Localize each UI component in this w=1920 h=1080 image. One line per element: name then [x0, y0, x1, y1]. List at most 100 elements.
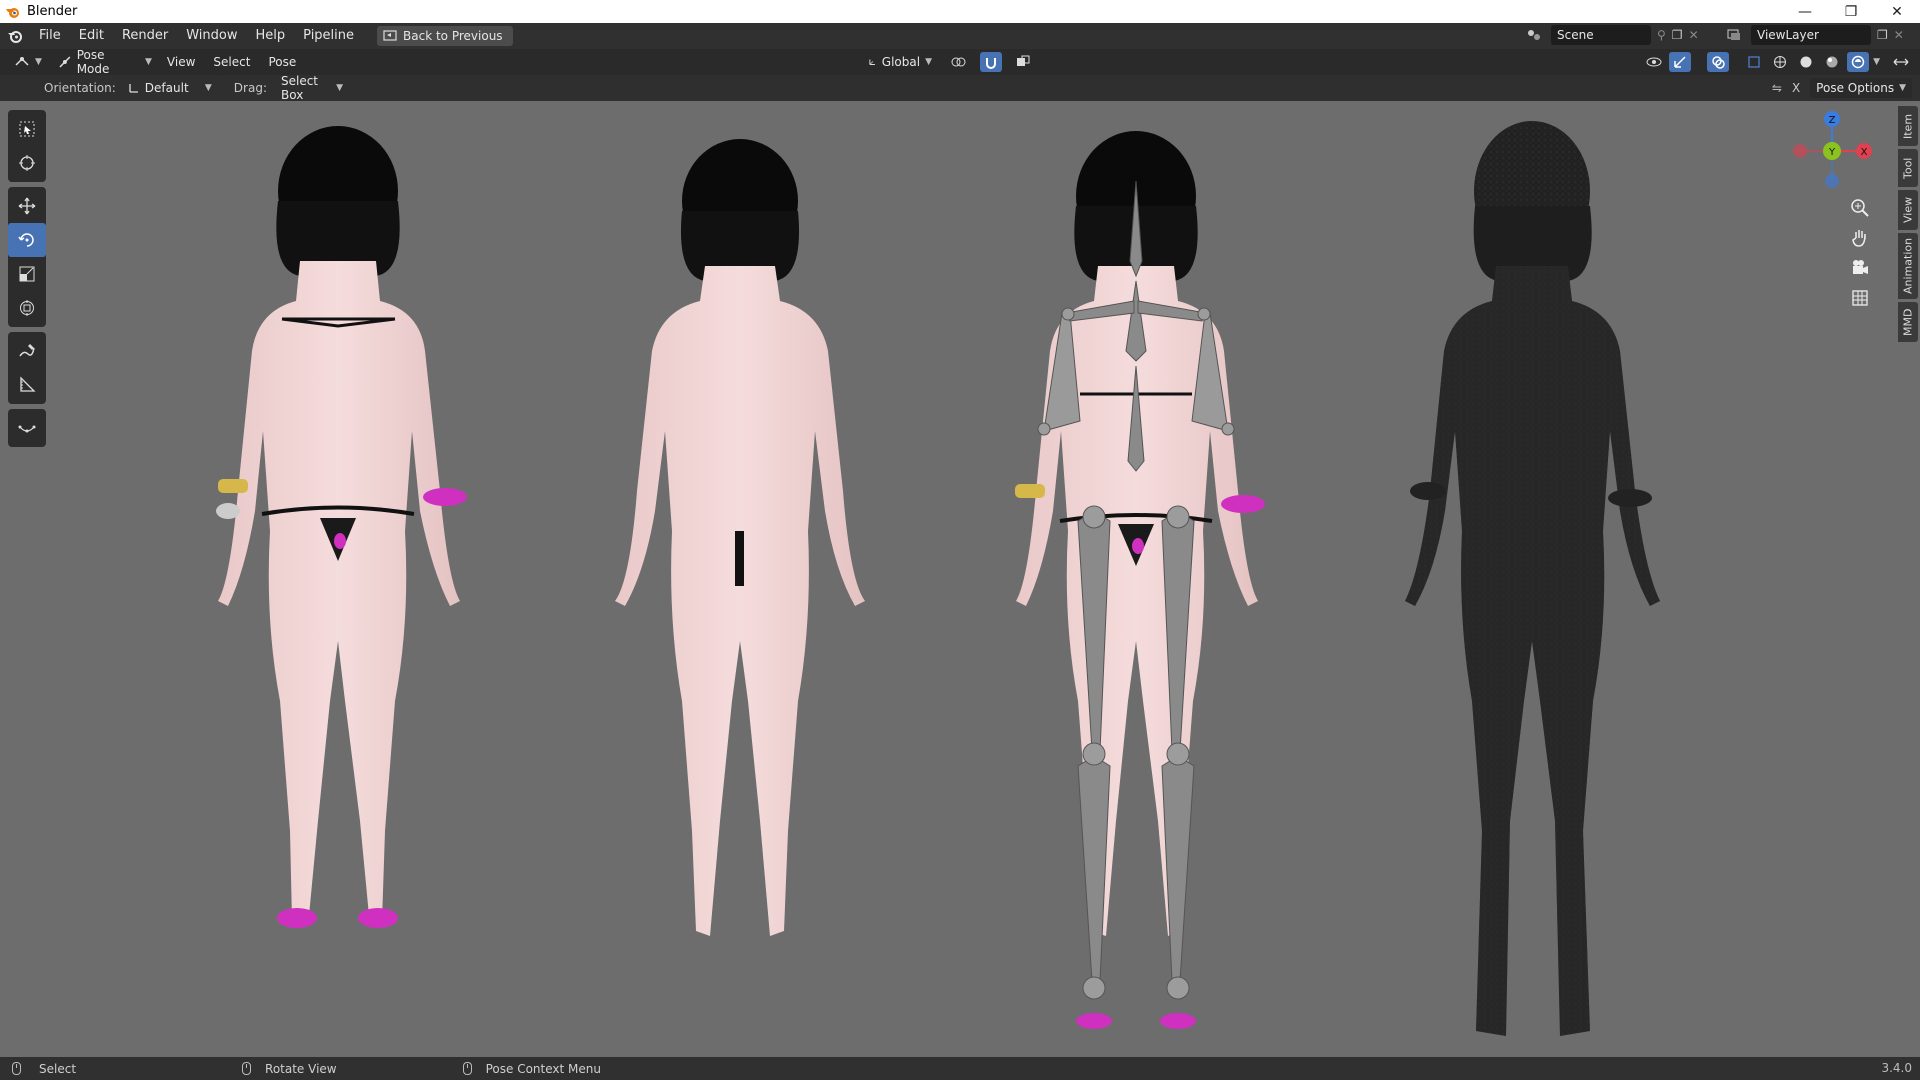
- chevron-down-icon: ▼: [925, 57, 932, 67]
- chevron-down-icon: ▼: [145, 57, 152, 67]
- zoom-icon[interactable]: [1846, 194, 1874, 222]
- mode-label: Pose Mode: [76, 48, 110, 76]
- drag-setting-value: Select Box: [280, 74, 319, 102]
- tool-settings-bar: Orientation: Default ▼ Drag: Select Box …: [0, 74, 1920, 102]
- status-select: Select: [12, 1062, 76, 1076]
- menu-window[interactable]: Window: [177, 25, 246, 47]
- character-textured[interactable]: [216, 126, 467, 928]
- select-box-icon[interactable]: [8, 112, 46, 146]
- cursor-icon[interactable]: [8, 146, 46, 180]
- menu-view[interactable]: View: [158, 51, 204, 73]
- scene-name: Scene: [1557, 28, 1594, 42]
- tab-view[interactable]: View: [1898, 190, 1918, 230]
- menu-render[interactable]: Render: [113, 25, 177, 47]
- annotate-icon[interactable]: [8, 334, 46, 368]
- solid-shading-icon[interactable]: [1795, 52, 1817, 72]
- remove-scene-icon[interactable]: ✕: [1689, 28, 1699, 42]
- chevron-down-icon: ▼: [35, 57, 42, 67]
- character-with-armature[interactable]: [1015, 131, 1265, 1029]
- viewlayer-browse-icon[interactable]: [1723, 25, 1745, 45]
- pose-mode-icon: [59, 56, 71, 68]
- mode-dropdown[interactable]: Pose Mode ▼: [51, 48, 158, 76]
- menu-pipeline[interactable]: Pipeline: [294, 25, 363, 47]
- transform-tools: Global ▼: [862, 52, 1034, 72]
- snap-target-icon[interactable]: [1012, 52, 1034, 72]
- measure-icon[interactable]: [8, 368, 46, 402]
- new-scene-icon[interactable]: ❐: [1672, 28, 1683, 42]
- back-to-previous-button[interactable]: Back to Previous: [377, 26, 513, 46]
- menu-file[interactable]: File: [30, 25, 70, 47]
- orientation-axes-icon: [129, 84, 138, 93]
- orientation-axes-icon: [869, 59, 875, 65]
- minimize-icon[interactable]: —: [1782, 0, 1828, 23]
- editor-type-dropdown[interactable]: ▼: [8, 52, 48, 72]
- mouse-left-icon: [12, 1062, 21, 1075]
- mouse-middle-icon: [242, 1062, 252, 1075]
- scene-browse-icon[interactable]: [1523, 25, 1545, 45]
- mirror-icon[interactable]: ⇋: [1772, 81, 1782, 95]
- menu-select[interactable]: Select: [204, 51, 259, 73]
- tab-animation[interactable]: Animation: [1898, 233, 1918, 299]
- pose-options-dropdown[interactable]: Pose Options ▼: [1810, 78, 1912, 98]
- sidebar-tabs: Item Tool View Animation MMD: [1898, 106, 1920, 345]
- viewport-navigation-buttons: [1846, 194, 1874, 314]
- back-screen-icon: [383, 30, 397, 41]
- scene-name-field[interactable]: Scene: [1551, 25, 1651, 45]
- rotate-icon[interactable]: [8, 223, 46, 257]
- blender-menu-icon[interactable]: [0, 28, 30, 44]
- pose-options-label: Pose Options: [1816, 81, 1895, 95]
- scene-selector: Scene ⚲ ❐ ✕: [1523, 25, 1699, 45]
- character-skin-only[interactable]: [615, 139, 865, 936]
- character-wireframe[interactable]: [1405, 121, 1660, 1036]
- drag-setting-label: Drag:: [233, 81, 267, 95]
- tab-item[interactable]: Item: [1898, 106, 1918, 146]
- material-shading-icon[interactable]: [1821, 52, 1843, 72]
- camera-view-icon[interactable]: [1846, 254, 1874, 282]
- new-viewlayer-icon[interactable]: ❐: [1877, 28, 1888, 42]
- viewport-scene: [216, 121, 1660, 1036]
- rendered-shading-icon[interactable]: [1847, 52, 1870, 72]
- status-bar: Select Rotate View Pose Context Menu 3.4…: [0, 1057, 1920, 1080]
- remove-viewlayer-icon[interactable]: ✕: [1894, 28, 1904, 42]
- toggle-perspective-icon[interactable]: [1846, 284, 1874, 312]
- transform-icon[interactable]: [8, 291, 46, 325]
- move-icon[interactable]: [8, 189, 46, 223]
- pin-icon[interactable]: ⚲: [1657, 28, 1666, 42]
- menu-pose[interactable]: Pose: [259, 51, 305, 73]
- navigation-gizmo[interactable]: Z X Y: [1784, 106, 1884, 196]
- viewport-display-tools: ▼: [1643, 52, 1912, 72]
- overlays-icon[interactable]: [1707, 52, 1730, 72]
- viewlayer-name: ViewLayer: [1757, 28, 1819, 42]
- visibility-icon[interactable]: [1643, 52, 1665, 72]
- restore-icon[interactable]: ❐: [1828, 0, 1874, 23]
- scale-icon[interactable]: [8, 257, 46, 291]
- back-to-previous-label: Back to Previous: [403, 29, 503, 43]
- x-mirror-toggle[interactable]: X: [1792, 81, 1800, 95]
- gizmo-toggle-icon[interactable]: [1669, 52, 1692, 72]
- gizmo-y-label: Y: [1828, 147, 1836, 158]
- orientation-setting-value: Default: [144, 81, 189, 95]
- close-icon[interactable]: ✕: [1874, 0, 1920, 23]
- xray-icon[interactable]: [1743, 52, 1765, 72]
- drag-setting-dropdown[interactable]: Select Box ▼: [274, 74, 349, 102]
- viewlayer-name-field[interactable]: ViewLayer: [1751, 25, 1871, 45]
- tab-mmd[interactable]: MMD: [1898, 302, 1918, 342]
- menu-edit[interactable]: Edit: [70, 25, 113, 47]
- maximize-area-icon[interactable]: [1890, 52, 1912, 72]
- window-title: Blender: [27, 4, 78, 19]
- pivot-point-icon[interactable]: [948, 52, 970, 72]
- gizmo-z-label: Z: [1829, 115, 1836, 126]
- status-rotate-view-label: Rotate View: [265, 1061, 337, 1076]
- pan-hand-icon[interactable]: [1846, 224, 1874, 252]
- snap-icon[interactable]: [980, 52, 1002, 72]
- 3d-viewport[interactable]: [0, 101, 1920, 1057]
- shading-options-chevron-icon[interactable]: ▼: [1873, 57, 1880, 67]
- status-context-menu-label: Pose Context Menu: [485, 1061, 601, 1076]
- chevron-down-icon: ▼: [1899, 83, 1906, 93]
- tab-tool[interactable]: Tool: [1898, 149, 1918, 187]
- menu-help[interactable]: Help: [247, 25, 295, 47]
- relax-icon[interactable]: [8, 411, 46, 445]
- wireframe-shading-icon[interactable]: [1769, 52, 1791, 72]
- transform-orientation-dropdown[interactable]: Global ▼: [862, 52, 938, 72]
- orientation-setting-dropdown[interactable]: Default ▼: [121, 78, 218, 98]
